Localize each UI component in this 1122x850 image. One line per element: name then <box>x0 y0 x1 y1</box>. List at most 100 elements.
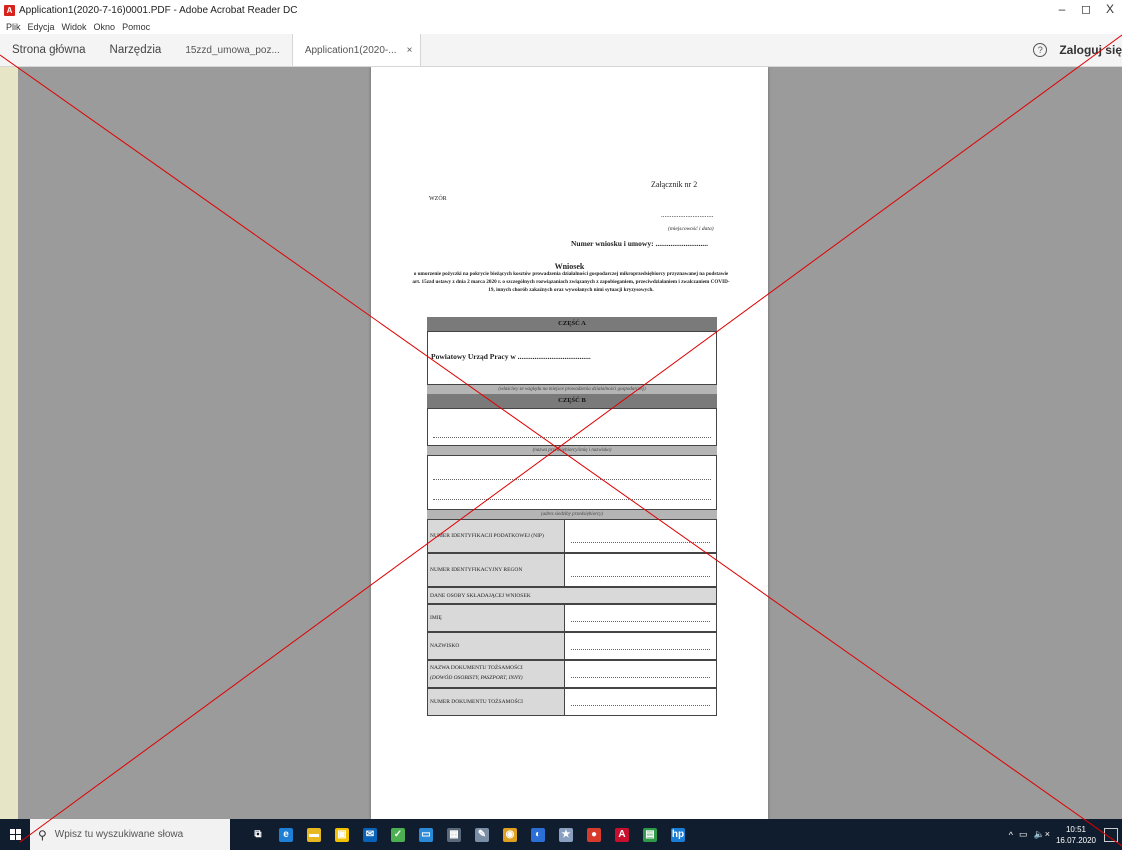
id-document-number-value <box>564 689 716 715</box>
nip-row: Numer identyfikacji podatkowej (NIP) <box>427 519 717 553</box>
application-description: o umorzenie pożyczki na pokrycie bieżący… <box>412 271 730 293</box>
template-label: WZÓR <box>429 196 447 202</box>
first-name-value <box>564 605 716 631</box>
address-box <box>427 455 717 510</box>
windows-taskbar: ⚲ Wpisz tu wyszukiwane słowa ⧉ e ▬ ▣ ✉ ✓ ▭ ▦ ✎ ◉ ◐… <box>0 819 1122 850</box>
place-dots: .............................. <box>661 211 714 219</box>
window-titlebar: A Application1(2020-7-16)0001.PDF - Adob… <box>0 0 1122 20</box>
id-document-number-row: Numer dokumentu tożsamości <box>427 688 717 716</box>
business-name-line <box>433 437 711 438</box>
maximize-button[interactable]: ◻ <box>1074 0 1098 20</box>
last-name-value <box>564 633 716 659</box>
window-title: Application1(2020-7-16)0001.PDF - Adobe … <box>19 4 298 16</box>
store-icon[interactable]: ▣ <box>335 827 349 842</box>
volume-muted-icon[interactable]: 🔈× <box>1033 829 1049 840</box>
menu-window[interactable]: Okno <box>94 22 116 32</box>
section-a-caption: (właściwy ze względu na miejsce prowadze… <box>427 385 717 394</box>
notifications-icon[interactable] <box>1104 827 1118 842</box>
start-button[interactable] <box>0 819 30 850</box>
file-explorer-icon[interactable]: ▬ <box>307 827 321 842</box>
address-line-1 <box>433 479 711 480</box>
tab-document-application-label: Application1(2020-... <box>304 44 397 56</box>
menu-view[interactable]: Widok <box>62 22 87 32</box>
menu-help[interactable]: Pomoc <box>122 22 150 32</box>
red-app-icon[interactable]: ● <box>587 827 601 842</box>
close-button[interactable]: X <box>1098 0 1122 20</box>
security-icon[interactable]: ✓ <box>391 827 405 842</box>
applicant-header-label: Dane osoby składającej Wniosek <box>430 593 531 599</box>
regon-value <box>564 554 716 586</box>
hp-icon[interactable]: hp <box>671 827 685 842</box>
app-icon[interactable]: ◐ <box>531 827 545 842</box>
windows-logo-icon <box>9 829 21 840</box>
minimize-button[interactable]: – <box>1050 0 1074 20</box>
address-line-2 <box>433 499 711 500</box>
monitor-icon[interactable]: ▭ <box>419 827 433 842</box>
pdf-page: Załącznik nr 2 WZÓR ....................… <box>371 67 768 819</box>
attachment-number: Załącznik nr 2 <box>651 180 698 189</box>
nip-line <box>571 542 710 543</box>
taskbar-pinned-apps: ⧉ e ▬ ▣ ✉ ✓ ▭ ▦ ✎ ◉ ◐ ★ ● A ▤ hp <box>244 827 692 842</box>
search-placeholder: Wpisz tu wyszukiwane słowa <box>54 829 184 840</box>
labor-office-field: Powiatowy Urząd Pracy w ................… <box>431 352 591 361</box>
tab-tools[interactable]: Narzędzia <box>98 34 174 66</box>
task-view-icon[interactable]: ⧉ <box>251 827 265 842</box>
clock-date: 16.07.2020 <box>1055 835 1096 845</box>
help-icon[interactable]: ? <box>1033 43 1048 57</box>
network-icon[interactable]: ▭ <box>1019 829 1028 840</box>
last-name-label: Nazwisko <box>430 643 460 649</box>
address-caption: (adres siedziby przedsiębiorcy) <box>427 510 717 519</box>
business-name-box <box>427 408 717 446</box>
menu-file[interactable]: Plik <box>6 22 21 32</box>
regon-row: Numer identyfikacyjny REGON <box>427 553 717 587</box>
tab-document-umowa-label: 15zzd_umowa_poz... <box>185 44 280 56</box>
first-name-line <box>571 621 710 622</box>
tab-bar: Strona główna Narzędzia 15zzd_umowa_poz.… <box>0 34 1122 67</box>
first-name-row: Imię <box>427 604 717 632</box>
menu-bar: Plik Edycja Widok Okno Pomoc <box>0 20 1122 34</box>
clock-time: 10:51 <box>1065 824 1086 834</box>
login-link[interactable]: Zaloguj się <box>1059 43 1122 57</box>
document-viewer[interactable]: Załącznik nr 2 WZÓR ....................… <box>18 67 1122 819</box>
last-name-line <box>571 649 710 650</box>
first-name-label: Imię <box>430 615 442 621</box>
application-title: Wniosek <box>554 262 585 271</box>
id-document-number-line <box>571 705 710 706</box>
acrobat-app-icon: A <box>4 4 15 16</box>
tab-tools-label: Narzędzia <box>109 44 162 56</box>
search-icon: ⚲ <box>38 827 47 842</box>
id-document-type-value <box>564 661 716 687</box>
last-name-row: Nazwisko <box>427 632 717 660</box>
window-controls: – ◻ X <box>1050 0 1122 20</box>
tab-home[interactable]: Strona główna <box>0 34 98 66</box>
applicant-header-row: Dane osoby składającej Wniosek <box>427 587 717 604</box>
chrome-icon[interactable]: ◉ <box>503 827 517 842</box>
system-tray: ^ ▭ 🔈× 10:51 16.07.2020 <box>1009 819 1122 850</box>
tabbar-right: ? Zaloguj się <box>1033 34 1122 66</box>
acrobat-icon[interactable]: A <box>615 827 629 842</box>
id-document-type-label: Nazwa dokumentu tożsamości <box>430 665 523 671</box>
section-b-header: CZĘŚĆ B <box>427 394 717 408</box>
edge-icon[interactable]: e <box>279 827 293 842</box>
id-document-type-row: Nazwa dokumentu tożsamości (dowód osobis… <box>427 660 717 688</box>
tab-document-application[interactable]: Application1(2020-... × <box>291 34 422 66</box>
id-document-number-label: Numer dokumentu tożsamości <box>430 699 523 705</box>
business-name-caption: (nazwa przedsiębiorcy/imię i nazwisko) <box>427 446 717 455</box>
mail-icon[interactable]: ✉ <box>363 827 377 842</box>
tab-home-label: Strona główna <box>12 44 86 56</box>
section-a-header: CZĘŚĆ A <box>427 317 717 331</box>
calculator-icon[interactable]: ▦ <box>447 827 461 842</box>
tray-overflow-icon[interactable]: ^ <box>1009 830 1013 840</box>
regon-line <box>571 576 710 577</box>
nip-label: Numer identyfikacji podatkowej (NIP) <box>430 533 544 539</box>
id-document-type-sublabel: (dowód osobisty, paszport, inny) <box>430 675 523 681</box>
tab-document-umowa[interactable]: 15zzd_umowa_poz... <box>173 34 292 66</box>
menu-edit[interactable]: Edycja <box>28 22 55 32</box>
green-app-icon[interactable]: ▤ <box>643 827 657 842</box>
id-document-type-line <box>571 677 710 678</box>
tab-close-icon[interactable]: × <box>407 45 413 56</box>
paint-icon[interactable]: ✎ <box>475 827 489 842</box>
taskbar-search[interactable]: ⚲ Wpisz tu wyszukiwane słowa <box>30 819 230 850</box>
favorites-icon[interactable]: ★ <box>559 827 573 842</box>
taskbar-clock[interactable]: 10:51 16.07.2020 <box>1056 824 1096 846</box>
